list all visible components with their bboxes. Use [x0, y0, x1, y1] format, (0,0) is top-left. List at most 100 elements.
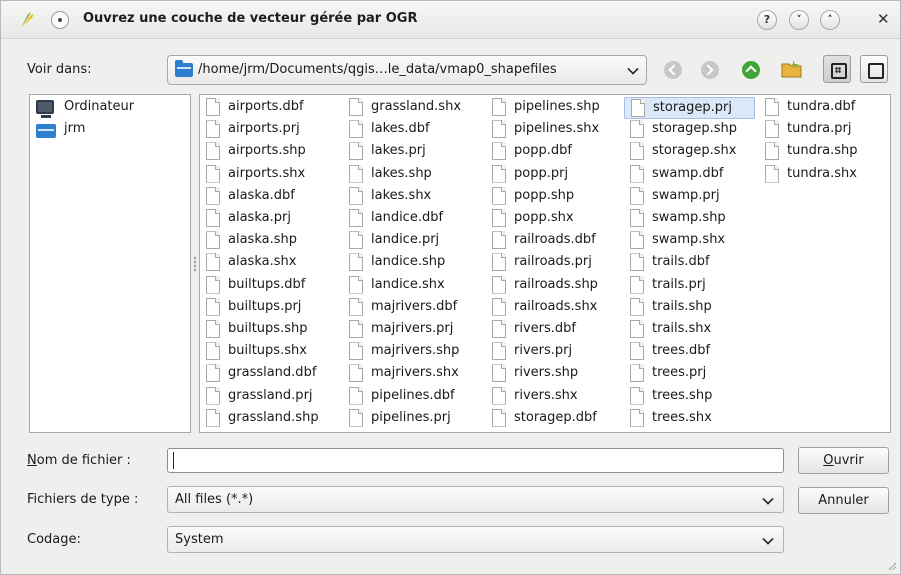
encoding-select[interactable]: System: [167, 526, 784, 553]
file-item[interactable]: popp.dbf: [486, 141, 620, 163]
filetype-select[interactable]: All files (*.*): [167, 486, 784, 513]
minimize-button[interactable]: ˅: [789, 10, 809, 30]
file-item[interactable]: landice.dbf: [343, 208, 482, 230]
file-item[interactable]: lakes.prj: [343, 141, 482, 163]
document-fold: [639, 164, 644, 170]
file-item[interactable]: rivers.prj: [486, 341, 620, 363]
file-name: airports.dbf: [228, 99, 304, 114]
open-button[interactable]: Ouvrir: [798, 447, 889, 474]
file-item[interactable]: storagep.shp: [624, 119, 755, 141]
help-button[interactable]: ?: [757, 10, 777, 30]
file-name: tundra.prj: [787, 121, 852, 137]
file-item[interactable]: pipelines.shx: [486, 119, 620, 141]
file-item[interactable]: tundra.prj: [759, 119, 884, 141]
file-item[interactable]: majrivers.prj: [343, 319, 482, 341]
file-item[interactable]: majrivers.dbf: [343, 297, 482, 319]
detail-view-button[interactable]: [860, 55, 888, 83]
file-item[interactable]: trees.shp: [624, 386, 755, 408]
file-item[interactable]: lakes.shx: [343, 186, 482, 208]
file-item[interactable]: trees.shx: [624, 408, 755, 430]
file-item[interactable]: grassland.prj: [200, 386, 341, 408]
file-item[interactable]: swamp.dbf: [624, 164, 755, 186]
file-item[interactable]: rivers.shp: [486, 363, 620, 385]
file-item[interactable]: railroads.shp: [486, 275, 620, 297]
file-item[interactable]: railroads.prj: [486, 252, 620, 274]
file-item[interactable]: trails.shx: [624, 319, 755, 341]
file-item[interactable]: pipelines.prj: [343, 408, 482, 430]
file-item[interactable]: grassland.shp: [200, 408, 341, 430]
file-item[interactable]: alaska.shx: [200, 252, 341, 274]
file-item[interactable]: tundra.shx: [759, 164, 884, 186]
file-name: majrivers.dbf: [371, 298, 458, 314]
file-item[interactable]: tundra.dbf: [759, 97, 884, 119]
file-name: landice.prj: [371, 232, 440, 248]
close-button[interactable]: ✕: [877, 10, 890, 28]
file-item[interactable]: lakes.dbf: [343, 119, 482, 141]
file-item[interactable]: storagep.shx: [624, 141, 755, 163]
file-item[interactable]: rivers.dbf: [486, 319, 620, 341]
file-item[interactable]: landice.shx: [343, 275, 482, 297]
list-view-button[interactable]: [823, 55, 851, 83]
file-item[interactable]: builtups.prj: [200, 297, 341, 319]
file-item[interactable]: pipelines.shp: [486, 97, 620, 119]
file-item[interactable]: builtups.shp: [200, 319, 341, 341]
look-in-path-combo[interactable]: /home/jrm/Documents/qgis…le_data/vmap0_s…: [167, 55, 647, 85]
file-item[interactable]: storagep.dbf: [486, 408, 620, 430]
file-item[interactable]: rivers.shx: [486, 386, 620, 408]
file-item[interactable]: lakes.shp: [343, 164, 482, 186]
filename-input[interactable]: [167, 448, 784, 473]
file-item[interactable]: alaska.shp: [200, 230, 341, 252]
file-item[interactable]: alaska.prj: [200, 208, 341, 230]
document-fold: [640, 99, 645, 104]
file-name: trails.dbf: [652, 254, 710, 270]
file-name: storagep.shp: [652, 121, 738, 137]
file-item[interactable]: majrivers.shp: [343, 341, 482, 363]
file-item[interactable]: popp.shx: [486, 208, 620, 230]
file-item[interactable]: storagep.prj: [624, 97, 755, 119]
maximize-button[interactable]: ˄: [820, 10, 840, 30]
new-folder-icon[interactable]: [781, 59, 803, 79]
window-title: Ouvrez une couche de vecteur gérée par O…: [83, 11, 418, 26]
file-item[interactable]: landice.shp: [343, 252, 482, 274]
file-item[interactable]: alaska.dbf: [200, 186, 341, 208]
file-item[interactable]: landice.prj: [343, 230, 482, 252]
document-fold: [501, 364, 506, 370]
resize-grip-icon[interactable]: [886, 560, 896, 570]
file-name: railroads.prj: [514, 254, 592, 270]
document-fold: [501, 231, 506, 237]
file-item[interactable]: popp.prj: [486, 164, 620, 186]
file-item[interactable]: builtups.shx: [200, 341, 341, 363]
document-fold: [215, 320, 220, 325]
file-item[interactable]: airports.dbf: [200, 97, 341, 119]
file-item[interactable]: grassland.shx: [343, 97, 482, 119]
splitter-handle[interactable]: [194, 256, 196, 272]
file-item[interactable]: airports.shp: [200, 141, 341, 163]
file-item[interactable]: airports.prj: [200, 119, 341, 141]
file-item[interactable]: railroads.shx: [486, 297, 620, 319]
file-item[interactable]: swamp.prj: [624, 186, 755, 208]
file-item[interactable]: airports.shx: [200, 164, 341, 186]
cancel-button[interactable]: Annuler: [798, 487, 889, 514]
file-item[interactable]: railroads.dbf: [486, 230, 620, 252]
file-name: lakes.dbf: [371, 121, 430, 137]
window-menu-icon[interactable]: [51, 11, 69, 29]
file-item[interactable]: majrivers.shx: [343, 363, 482, 385]
document-fold: [639, 364, 644, 370]
file-item[interactable]: builtups.dbf: [200, 275, 341, 297]
back-arrow-icon[interactable]: [664, 61, 682, 79]
file-item[interactable]: pipelines.dbf: [343, 386, 482, 408]
file-item[interactable]: swamp.shp: [624, 208, 755, 230]
file-item[interactable]: trees.prj: [624, 363, 755, 385]
file-item[interactable]: popp.shp: [486, 186, 620, 208]
file-item[interactable]: grassland.dbf: [200, 363, 341, 385]
parent-directory-icon[interactable]: [742, 61, 760, 79]
document-fold: [639, 297, 644, 303]
file-item[interactable]: trails.prj: [624, 275, 755, 297]
file-item[interactable]: trees.dbf: [624, 341, 755, 363]
file-item[interactable]: tundra.shp: [759, 141, 884, 163]
file-item[interactable]: swamp.shx: [624, 230, 755, 252]
file-item[interactable]: trails.dbf: [624, 252, 755, 274]
file-item[interactable]: trails.shp: [624, 297, 755, 319]
forward-arrow-icon[interactable]: [701, 61, 719, 79]
document-fold: [501, 342, 506, 348]
